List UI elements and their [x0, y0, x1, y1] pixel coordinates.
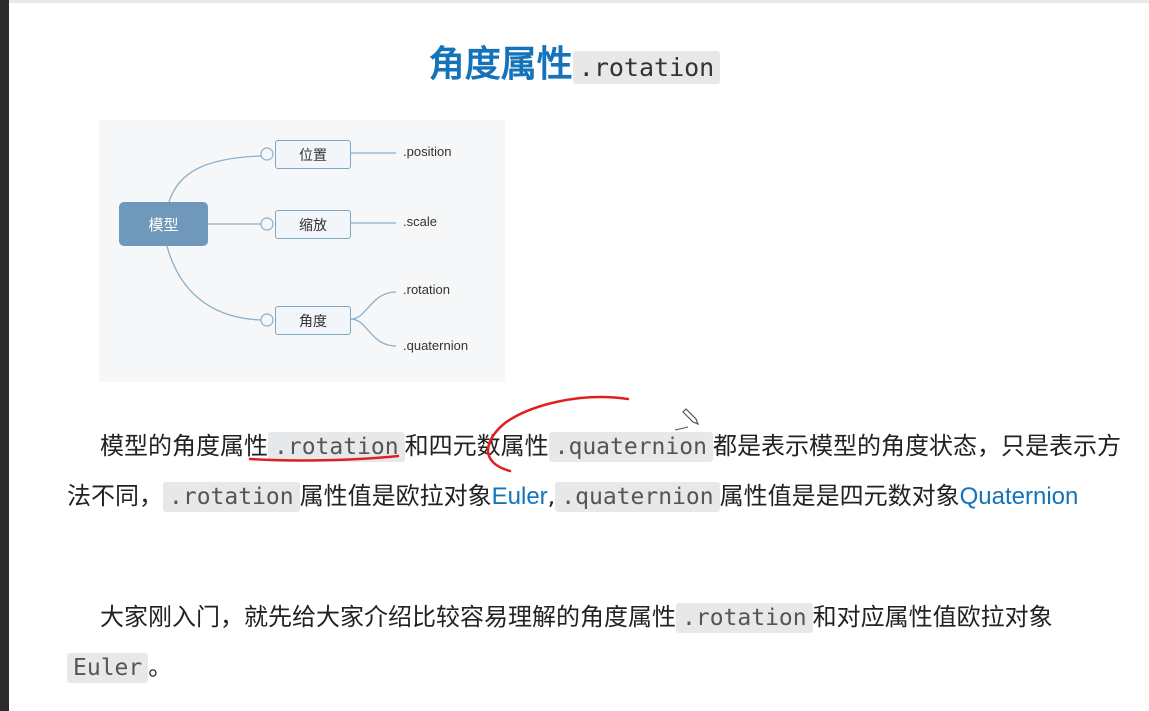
p2-text-2: 和对应属性值欧拉对象	[812, 603, 1053, 631]
paragraph-rotation-quaternion: 模型的角度属性 .rotation 和四元数属性 .quaternion 都是表示模型的…	[67, 422, 1142, 522]
mindmap-leaf-position: .position	[403, 144, 452, 159]
mindmap-leaf-quaternion: .quaternion	[403, 338, 469, 353]
quaternion-link[interactable]: Quaternion	[960, 483, 1079, 510]
mindmap-diagram: 模型 位置 缩放 角度 .position .scale .rotation .…	[99, 120, 505, 382]
mindmap-node-angle: 角度	[275, 306, 351, 335]
p2-text-1: 大家刚入门，就先给大家介绍比较容易理解的角度属性	[100, 603, 676, 631]
top-divider	[9, 0, 1149, 3]
euler-link[interactable]: Euler	[492, 483, 548, 510]
p1-text-2: 和四元数属性	[404, 432, 549, 460]
mindmap-leaf-rotation: .rotation	[403, 282, 450, 297]
mindmap-root-node: 模型	[119, 202, 208, 246]
p1-code-quaternion-2: .quaternion	[555, 482, 720, 512]
mindmap-leaf-scale: .scale	[403, 214, 437, 229]
title-text: 角度属性	[428, 44, 573, 85]
p2-text-3: 。	[148, 653, 173, 681]
p1-code-quaternion: .quaternion	[548, 432, 713, 462]
mindmap-node-position: 位置	[275, 140, 351, 169]
p1-text-4: 属性值是欧拉对象	[299, 482, 492, 510]
p1-code-rotation: .rotation	[268, 432, 405, 462]
p2-code-rotation: .rotation	[676, 603, 813, 633]
title-code: .rotation	[572, 51, 721, 84]
page-title: 角度属性 .rotation	[0, 38, 1149, 95]
window-left-edge	[0, 0, 9, 711]
mindmap-node-scale: 缩放	[275, 210, 351, 239]
p1-text-6: 属性值是是四元数对象	[719, 482, 960, 510]
p1-text-1: 模型的角度属性	[100, 432, 268, 460]
p1-code-rotation-2: .rotation	[163, 482, 300, 512]
paragraph-intro-rotation: 大家刚入门，就先给大家介绍比较容易理解的角度属性 .rotation 和对应属性值欧…	[67, 593, 1142, 693]
p2-code-euler: Euler	[67, 653, 149, 683]
